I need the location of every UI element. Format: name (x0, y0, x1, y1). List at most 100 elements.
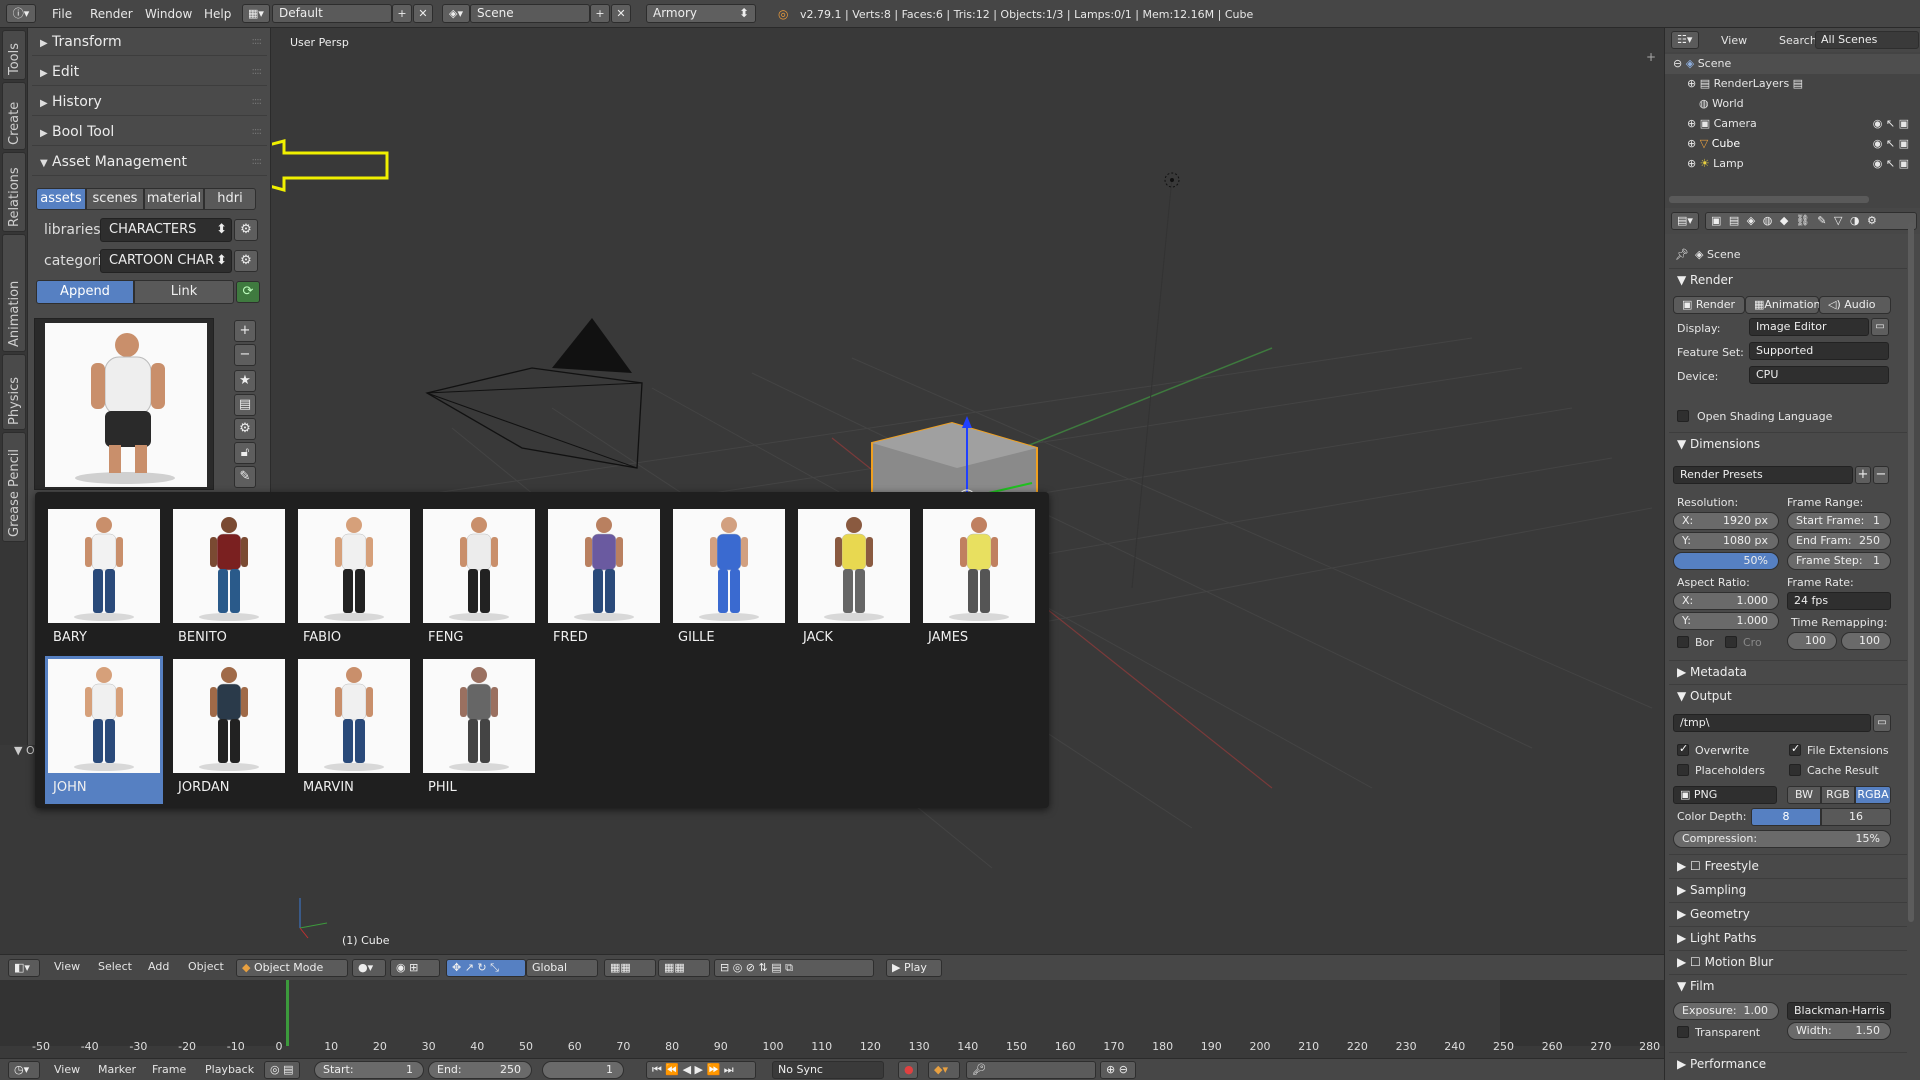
gear-icon[interactable]: ⚙ (234, 250, 258, 272)
compression-slider[interactable]: Compression: 15% (1673, 830, 1891, 848)
scene-field[interactable]: Scene (470, 4, 590, 23)
menu-playback[interactable]: Playback (205, 1062, 254, 1080)
folder-icon[interactable]: ▭ (1873, 714, 1891, 732)
cache-result-checkbox[interactable] (1789, 764, 1801, 776)
asset-thumbnail[interactable]: FRED (545, 506, 663, 654)
metadata-panel-header[interactable]: ▶ Metadata (1669, 660, 1907, 682)
shading-select[interactable]: ●▾ (352, 959, 386, 977)
overwrite-checkbox[interactable] (1677, 742, 1689, 756)
resolution-x-field[interactable]: X: 1920 px (1673, 512, 1779, 530)
tab-hdri[interactable]: hdri (204, 188, 256, 210)
outliner-item-scene[interactable]: ⊖ ◈ Scene (1665, 54, 1920, 74)
depth-8-button[interactable]: 8 (1751, 808, 1821, 826)
tab-tools[interactable]: Tools (2, 30, 26, 80)
layers-a-icon[interactable]: ▦▦ (604, 959, 656, 977)
exposure-field[interactable]: Exposure: 1.00 (1673, 1002, 1779, 1020)
append-button[interactable]: Append (36, 280, 134, 304)
sync-select[interactable]: No Sync (772, 1061, 884, 1079)
depth-16-button[interactable]: 16 (1821, 808, 1891, 826)
gear-icon[interactable]: ⚙ (234, 219, 258, 241)
record-icon[interactable]: ● (898, 1061, 918, 1079)
keying-set-icon[interactable]: 🔑︎ (966, 1061, 1096, 1079)
visibility-icons[interactable]: ◉ ↖ ▣ (1873, 154, 1909, 174)
outliner-item-cube[interactable]: ⊕ ▽ Cube ◉ ↖ ▣ (1665, 134, 1920, 154)
remove-preset-icon[interactable]: − (1873, 466, 1889, 484)
outliner-search-menu[interactable]: Search (1779, 33, 1817, 51)
light-paths-panel-header[interactable]: ▶ Light Paths (1669, 926, 1907, 948)
menu-view[interactable]: View (54, 959, 80, 977)
filter-width-field[interactable]: Width: 1.50 (1787, 1022, 1891, 1040)
menu-select[interactable]: Select (98, 959, 132, 977)
menu-window[interactable]: Window (145, 7, 192, 21)
asset-thumbnail[interactable]: JAMES (920, 506, 1038, 654)
render-panel-header[interactable]: ▼ Render (1669, 268, 1907, 290)
outliner-item-world[interactable]: ◍ World (1665, 94, 1920, 114)
drag-handle-icon[interactable]: :::: (252, 148, 263, 176)
scene-icon[interactable]: ◈▾ (442, 4, 470, 23)
context-tabs[interactable]: ▣ ▤ ◈ ◍ ◆ ⛓ ✎ ▽ ◑ ⚙ (1705, 212, 1917, 230)
pivot-icons[interactable]: ◉ ⊞ (390, 959, 440, 977)
keyframe-icon[interactable]: ◆▾ (928, 1061, 960, 1079)
border-checkbox[interactable] (1677, 636, 1689, 648)
timeline-area[interactable]: -50 -40 -30 -20 -10 0 10 20 30 40 50 60 70 80 90 100 110… (0, 980, 1664, 1058)
link-button[interactable]: Link (134, 280, 234, 304)
transparent-checkbox[interactable] (1677, 1026, 1689, 1038)
panel-bool-tool[interactable]: ▶ Bool Tool:::: (32, 118, 267, 146)
asset-thumbnail[interactable]: JORDAN (170, 656, 288, 804)
outliner-editor-icon[interactable]: ☷▾ (1671, 31, 1699, 49)
add-icon[interactable]: + (234, 320, 256, 342)
panel-edit[interactable]: ▶ Edit:::: (32, 58, 267, 86)
start-frame-prop[interactable]: Start Frame: 1 (1787, 512, 1891, 530)
info-editor-icon[interactable]: ⓘ▾ (6, 4, 36, 23)
freestyle-panel-header[interactable]: ▶ ☐ Freestyle (1669, 854, 1907, 876)
settings-icon[interactable]: ⚙ (234, 418, 256, 440)
render-presets-select[interactable]: Render Presets (1673, 466, 1853, 484)
filter-select[interactable]: Blackman-Harris (1787, 1002, 1891, 1020)
geometry-panel-header[interactable]: ▶ Geometry (1669, 902, 1907, 924)
pin-icon[interactable]: 📌︎ (1675, 248, 1689, 261)
asset-thumbnail[interactable]: FABIO (295, 506, 413, 654)
tab-physics[interactable]: Physics (2, 354, 26, 430)
audio-button[interactable]: ◁) Audio (1819, 296, 1891, 314)
color-rgba-button[interactable]: RGBA (1855, 786, 1891, 804)
properties-scrollbar[interactable] (1908, 222, 1914, 922)
drag-handle-icon[interactable]: :::: (252, 58, 263, 86)
mode-select[interactable]: ◆ Object Mode (236, 959, 348, 977)
color-rgb-button[interactable]: RGB (1821, 786, 1855, 804)
resolution-y-field[interactable]: Y: 1080 px (1673, 532, 1779, 550)
play-button[interactable]: ▶ Play (886, 959, 942, 977)
panel-asset-management[interactable]: ▼ Asset Management:::: (32, 148, 267, 176)
tab-material[interactable]: material (144, 188, 204, 210)
refresh-icon[interactable]: ⟳ (236, 281, 260, 303)
render-button[interactable]: ▣ Render (1673, 296, 1745, 314)
tab-grease-pencil[interactable]: Grease Pencil (2, 432, 26, 542)
drag-handle-icon[interactable]: :::: (252, 88, 263, 116)
wrench-icon[interactable]: ✎ (234, 466, 256, 488)
feature-set-select[interactable]: Supported (1749, 342, 1889, 360)
remove-layout-icon[interactable]: ✕ (413, 4, 433, 23)
transport-controls[interactable]: ⏮ ⏪ ◀ ▶ ⏩ ⏭ (646, 1061, 756, 1079)
placeholders-checkbox[interactable] (1677, 764, 1689, 776)
asset-thumbnail[interactable]: BARY (45, 506, 163, 654)
3d-viewport[interactable]: User Persp (1) Cube + (272, 28, 1664, 954)
asset-thumbnail[interactable]: JOHN (45, 656, 163, 804)
tab-animation[interactable]: Animation (2, 234, 26, 352)
expand-panel-icon[interactable]: + (1646, 50, 1656, 64)
asset-thumbnail[interactable]: MARVIN (295, 656, 413, 804)
category-select[interactable]: CARTOON CHAR ⬍ (100, 249, 232, 273)
menu-frame[interactable]: Frame (152, 1062, 186, 1080)
star-icon[interactable]: ★ (234, 370, 256, 392)
menu-marker[interactable]: Marker (98, 1062, 136, 1080)
time-new-field[interactable]: 100 (1841, 632, 1891, 650)
drag-handle-icon[interactable]: :::: (252, 118, 263, 146)
menu-render[interactable]: Render (90, 7, 133, 21)
libraries-select[interactable]: CHARACTERS ⬍ (100, 218, 232, 242)
asset-thumbnail[interactable]: PHIL (420, 656, 538, 804)
osl-checkbox[interactable] (1677, 410, 1689, 422)
preview-range-icon[interactable]: ◎ ▤ (264, 1061, 300, 1079)
document-icon[interactable]: ▤ (234, 394, 256, 416)
panel-transform[interactable]: ▶ Transform:::: (32, 28, 267, 56)
screen-layout-icon[interactable]: ▦▾ (242, 4, 270, 23)
start-frame-field[interactable]: Start: 1 (314, 1061, 424, 1079)
properties-editor-icon[interactable]: ▤▾ (1671, 212, 1699, 230)
